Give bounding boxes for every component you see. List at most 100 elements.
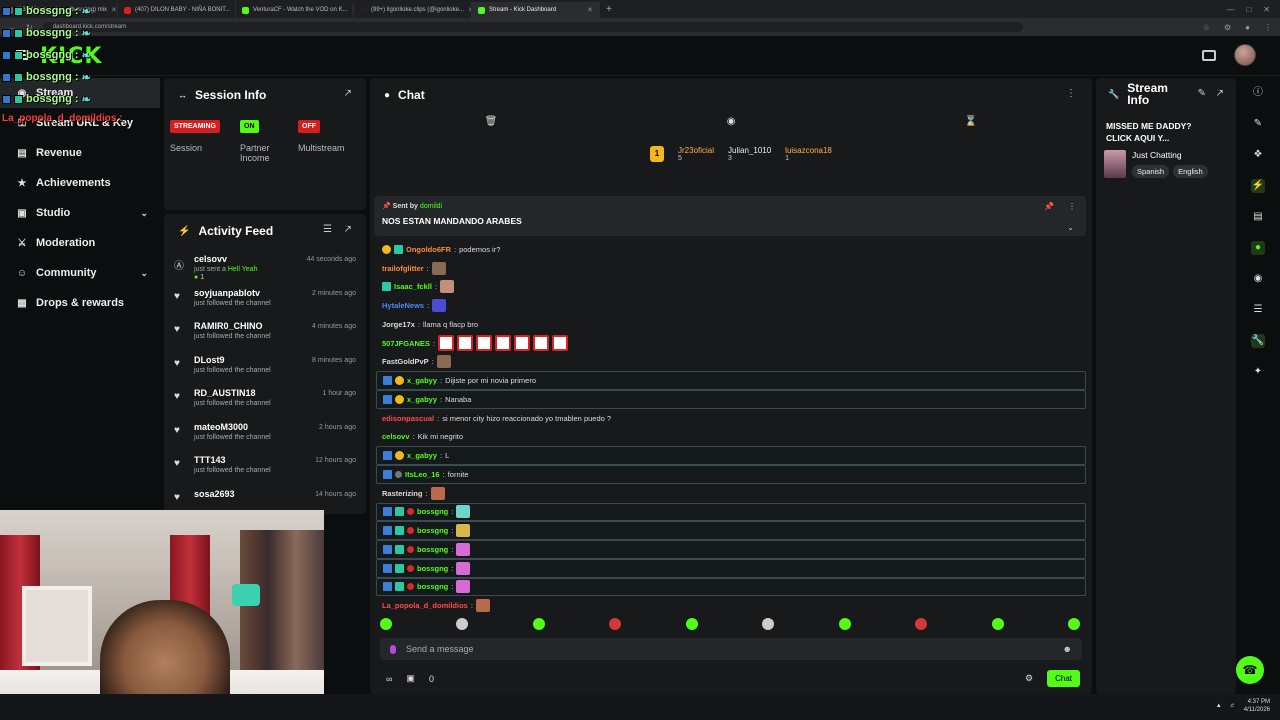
quick-emote-icon[interactable] [532, 618, 545, 630]
mic-icon[interactable] [390, 644, 396, 654]
edit-icon[interactable]: ✎ [1198, 88, 1206, 99]
chat-menu-icon[interactable]: ⋮ [1066, 88, 1076, 99]
lightning-icon[interactable]: ⚡ [1251, 179, 1265, 193]
chat-username[interactable]: edisonpascual [382, 414, 434, 423]
quick-emote-icon[interactable] [609, 618, 622, 630]
chat-username[interactable]: celsovv [382, 432, 410, 441]
speech-icon[interactable]: ◉ [727, 116, 736, 136]
quick-emote-icon[interactable] [380, 618, 392, 630]
chat-username[interactable]: ItsLeo_16 [405, 470, 440, 479]
pinned-menu-icon[interactable]: ⋮ [1068, 202, 1076, 211]
hourglass-icon[interactable]: ⌛ [965, 116, 977, 136]
quick-emote-icon[interactable] [762, 618, 775, 630]
wrench-icon[interactable]: 🔧 [1251, 334, 1265, 348]
emoji-icon[interactable]: ☻ [1063, 644, 1072, 654]
browser-tab[interactable]: Stream - Kick Dashboard ✕ [472, 2, 600, 18]
stream-tag[interactable]: Spanish [1132, 165, 1170, 178]
chat-username[interactable]: Jorge17x [382, 320, 415, 329]
star-icon[interactable]: ☆ [1203, 23, 1210, 32]
browser-tab[interactable]: (99+) ligonlioke.clips (@igonlioke...✕ [354, 2, 472, 18]
maximize-icon[interactable]: □ [1246, 5, 1251, 14]
chat-username[interactable]: x_gabyy [407, 451, 437, 460]
pinned-message[interactable]: 📌 Sent by domildi NOS ESTAN MANDANDO ARA… [374, 196, 1086, 236]
chat-message[interactable]: bossgng: [376, 502, 1086, 522]
tab-close-icon[interactable]: ✕ [587, 6, 593, 14]
chat-username[interactable]: La_popola_d_domildios [382, 601, 468, 610]
chat-message[interactable]: 507JFGANES: [376, 334, 1086, 353]
chat-username[interactable]: trailofglitter [382, 264, 424, 273]
chat-message[interactable]: ItsLeo_16: fornite [376, 465, 1086, 484]
chat-message[interactable]: FastGoldPvP: [376, 353, 1086, 372]
target-icon[interactable]: ❖ [1251, 148, 1265, 162]
chat-message[interactable]: Ongoldo6FR: podemos ir? [376, 240, 1086, 259]
chat-username[interactable]: FastGoldPvP [382, 357, 429, 366]
chat-message[interactable]: trailofglitter: [376, 259, 1086, 278]
chevron-down-icon[interactable]: ⌄ [140, 208, 148, 219]
chat-message[interactable]: Rasterizing: [376, 484, 1086, 503]
sidebar-item[interactable]: ▤ Revenue [0, 138, 160, 168]
chevron-down-icon[interactable]: ⌄ [1067, 223, 1074, 232]
quick-emote-icon[interactable] [915, 618, 928, 630]
send-chat-button[interactable]: Chat [1047, 670, 1080, 687]
chat-message[interactable]: bossgng: [376, 540, 1086, 559]
volume-icon[interactable]: ♬ [1230, 703, 1236, 709]
chat-message[interactable]: Jorge17x: llama q flacp bro [376, 315, 1086, 334]
chat-message[interactable]: celsovv: Kik mi negrito [376, 428, 1086, 447]
activity-item[interactable]: ♥ mateoM3000 just followed the channel 2 ho… [164, 422, 366, 456]
chat-message[interactable]: Isaac_fckll: [376, 278, 1086, 297]
chat-input[interactable]: Send a message ☻ [380, 638, 1082, 660]
new-tab-icon[interactable]: + [606, 4, 612, 15]
gift-icon[interactable]: ▣ [406, 673, 415, 684]
avatar[interactable] [1234, 44, 1256, 66]
support-chat-button[interactable]: ☎ [1236, 656, 1264, 684]
chat-username[interactable]: HytaleNews [382, 301, 424, 310]
chat-username[interactable]: x_gabyy [407, 376, 437, 385]
chat-message[interactable]: x_gabyy: L [376, 446, 1086, 465]
pin-icon[interactable]: 📌 [1044, 202, 1054, 211]
popout-icon[interactable]: ↗ [344, 224, 352, 235]
extensions-icon[interactable]: ⚙ [1224, 23, 1231, 32]
sidebar-item[interactable]: ⚔ Moderation [0, 228, 160, 258]
document-icon[interactable]: ▤ [1251, 210, 1265, 224]
chat-username[interactable]: bossgng [417, 507, 448, 516]
chat-message[interactable]: x_gabyy: Dijiste por mi novia primero [376, 371, 1086, 390]
activity-item[interactable]: ♥ RD_AUSTIN18 just followed the channel 1 h… [164, 388, 366, 422]
activity-item[interactable]: Ⓐcelsovv just sent a Hell Yeah ● 1 44 secon… [164, 254, 366, 288]
chat-username[interactable]: bossgng [417, 545, 448, 554]
clock[interactable]: 4:37 PM 4/11/2026 [1244, 698, 1270, 714]
leaderboard-entry[interactable]: Jr23oficial 5 [678, 146, 714, 162]
chat-username[interactable]: x_gabyy [407, 395, 437, 404]
quick-emote-icon[interactable] [1067, 618, 1080, 630]
chat-message[interactable]: La_popola_d_domildios: [376, 596, 1086, 615]
leaderboard-entry[interactable]: luisazcona18 1 [785, 146, 832, 162]
network-icon[interactable]: ▲ [1216, 703, 1222, 709]
layers-icon[interactable]: ☰ [1251, 303, 1265, 317]
infinity-icon[interactable]: ∞ [386, 674, 392, 684]
trash-icon[interactable]: 🗑 [485, 116, 498, 136]
sparkle-icon[interactable]: ✦ [1251, 365, 1265, 379]
sidebar-item[interactable]: ▦ Drops & rewards [0, 288, 160, 318]
activity-item[interactable]: ♥ soyjuanpablotv just followed the channel… [164, 288, 366, 322]
activity-item[interactable]: ♥ DLost9 just followed the channel 8 minute… [164, 355, 366, 389]
url-field[interactable]: dashboard.kick.com/stream [42, 22, 1023, 32]
chat-username[interactable]: bossgng [417, 582, 448, 591]
close-window-icon[interactable]: ✕ [1263, 5, 1270, 14]
chat-message[interactable]: HytaleNews: [376, 296, 1086, 315]
info-icon[interactable]: ⓘ [1251, 86, 1265, 100]
filter-icon[interactable]: ☰ [323, 224, 332, 235]
browser-tab[interactable]: VenturaCF - Watch the VOD on K...✕ [236, 2, 354, 18]
quick-emote-icon[interactable] [685, 618, 698, 630]
leaderboard-entry[interactable]: Julian_1010 3 [728, 146, 771, 162]
quick-emote-icon[interactable] [991, 618, 1004, 630]
profile-icon[interactable]: ● [1245, 23, 1250, 32]
quick-emote-icon[interactable] [456, 618, 469, 630]
chat-message[interactable]: x_gabyy: Nanaba [376, 390, 1086, 409]
chat-username[interactable]: Rasterizing [382, 489, 422, 498]
sidebar-item[interactable]: ☺ Community ⌄ [0, 258, 160, 288]
quick-emote-icon[interactable] [838, 618, 851, 630]
chat-username[interactable]: bossgng [417, 526, 448, 535]
wallet-icon[interactable] [1202, 49, 1216, 61]
chat-username[interactable]: bossgng [417, 564, 448, 573]
activity-item[interactable]: ♥ TTT143 just followed the channel 12 hours… [164, 455, 366, 489]
popout-icon[interactable]: ↗ [344, 88, 352, 99]
